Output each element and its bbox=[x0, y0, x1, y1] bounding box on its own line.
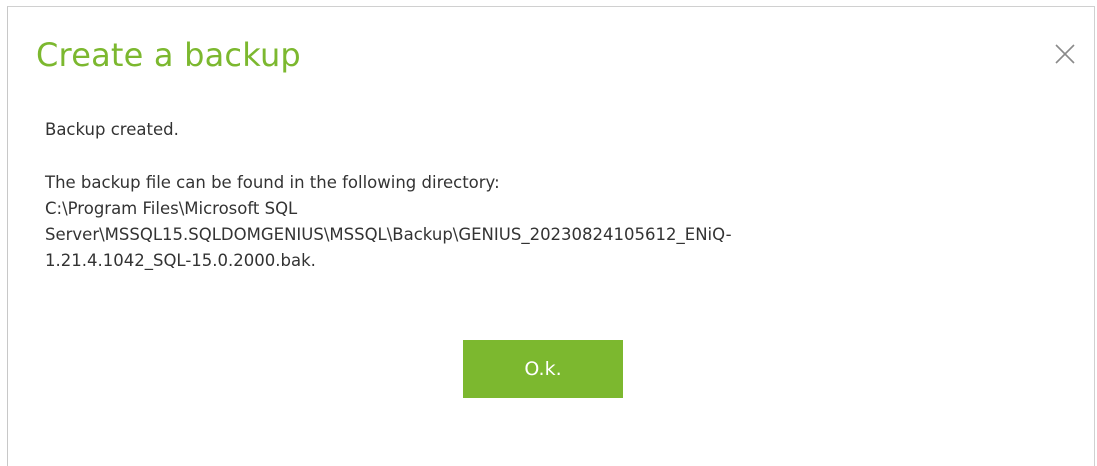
backup-path-line-2: Server\MSSQL15.SQLDOMGENIUS\MSSQL\Backup… bbox=[45, 225, 732, 244]
status-message: Backup created. bbox=[45, 120, 179, 139]
backup-dialog: Create a backup Backup created. The back… bbox=[7, 6, 1095, 466]
directory-intro: The backup file can be found in the foll… bbox=[45, 173, 500, 192]
backup-path-line-3: 1.21.4.1042_SQL-15.0.2000.bak. bbox=[45, 251, 316, 270]
backup-path-line-1: C:\Program Files\Microsoft SQL bbox=[45, 199, 298, 218]
ok-button[interactable]: O.k. bbox=[463, 340, 623, 398]
close-icon[interactable] bbox=[1052, 41, 1078, 67]
dialog-title: Create a backup bbox=[36, 36, 301, 74]
dialog-body: Backup created. The backup file can be f… bbox=[45, 117, 1005, 274]
